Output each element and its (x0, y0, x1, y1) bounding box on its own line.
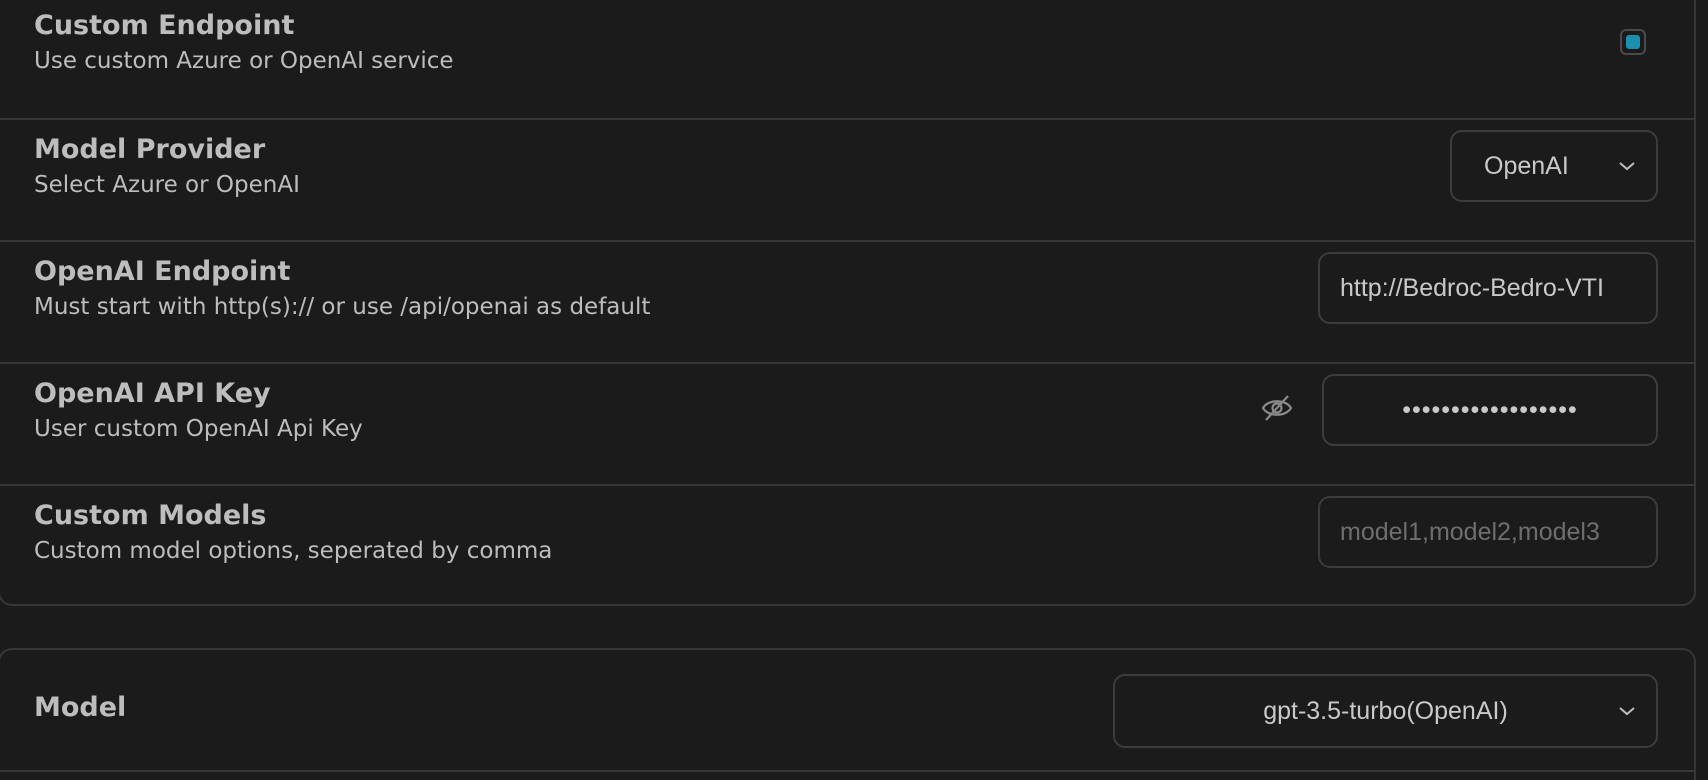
model-select[interactable]: gpt-3.5-turbo(OpenAI) (1113, 674, 1658, 748)
model-title: Model (34, 692, 127, 723)
custom-models-subtitle: Custom model options, seperated by comma (34, 538, 553, 564)
model-provider-subtitle: Select Azure or OpenAI (34, 172, 300, 198)
openai-endpoint-input[interactable]: http://Bedroc-Bedro-VTI (1318, 252, 1658, 324)
checkbox-checked-indicator (1626, 35, 1640, 49)
openai-endpoint-value: http://Bedroc-Bedro-VTI (1340, 273, 1605, 302)
openai-api-key-subtitle: User custom OpenAI Api Key (34, 416, 363, 442)
openai-endpoint-subtitle: Must start with http(s):// or use /api/o… (34, 294, 651, 320)
custom-endpoint-row: Custom Endpoint Use custom Azure or Open… (0, 0, 1694, 120)
custom-endpoint-checkbox[interactable] (1620, 29, 1646, 55)
openai-api-key-title: OpenAI API Key (34, 378, 271, 409)
model-selected: gpt-3.5-turbo(OpenAI) (1263, 696, 1508, 725)
openai-api-key-input[interactable]: •••••••••••••••••• (1322, 374, 1658, 446)
model-provider-selected: OpenAI (1484, 151, 1569, 180)
endpoint-settings-card: Custom Endpoint Use custom Azure or Open… (0, 0, 1696, 606)
chevron-down-icon (1619, 707, 1635, 716)
custom-models-placeholder: model1,model2,model3 (1340, 517, 1600, 546)
eye-off-icon[interactable] (1260, 393, 1294, 423)
model-row: Model gpt-3.5-turbo(OpenAI) (0, 650, 1694, 772)
model-provider-select[interactable]: OpenAI (1450, 130, 1658, 202)
openai-api-key-masked-value: •••••••••••••••••• (1402, 395, 1578, 424)
custom-models-title: Custom Models (34, 500, 267, 531)
chevron-down-icon (1619, 162, 1635, 171)
custom-models-input[interactable]: model1,model2,model3 (1318, 496, 1658, 568)
model-settings-card: Model gpt-3.5-turbo(OpenAI) (0, 648, 1696, 780)
model-provider-title: Model Provider (34, 134, 266, 165)
openai-endpoint-row: OpenAI Endpoint Must start with http(s):… (0, 244, 1694, 364)
custom-endpoint-title: Custom Endpoint (34, 10, 295, 41)
openai-api-key-row: OpenAI API Key User custom OpenAI Api Ke… (0, 366, 1694, 486)
settings-page: Custom Endpoint Use custom Azure or Open… (0, 0, 1708, 780)
model-provider-row: Model Provider Select Azure or OpenAI Op… (0, 122, 1694, 242)
custom-endpoint-subtitle: Use custom Azure or OpenAI service (34, 48, 454, 74)
custom-models-row: Custom Models Custom model options, sepe… (0, 488, 1694, 608)
openai-endpoint-title: OpenAI Endpoint (34, 256, 291, 287)
